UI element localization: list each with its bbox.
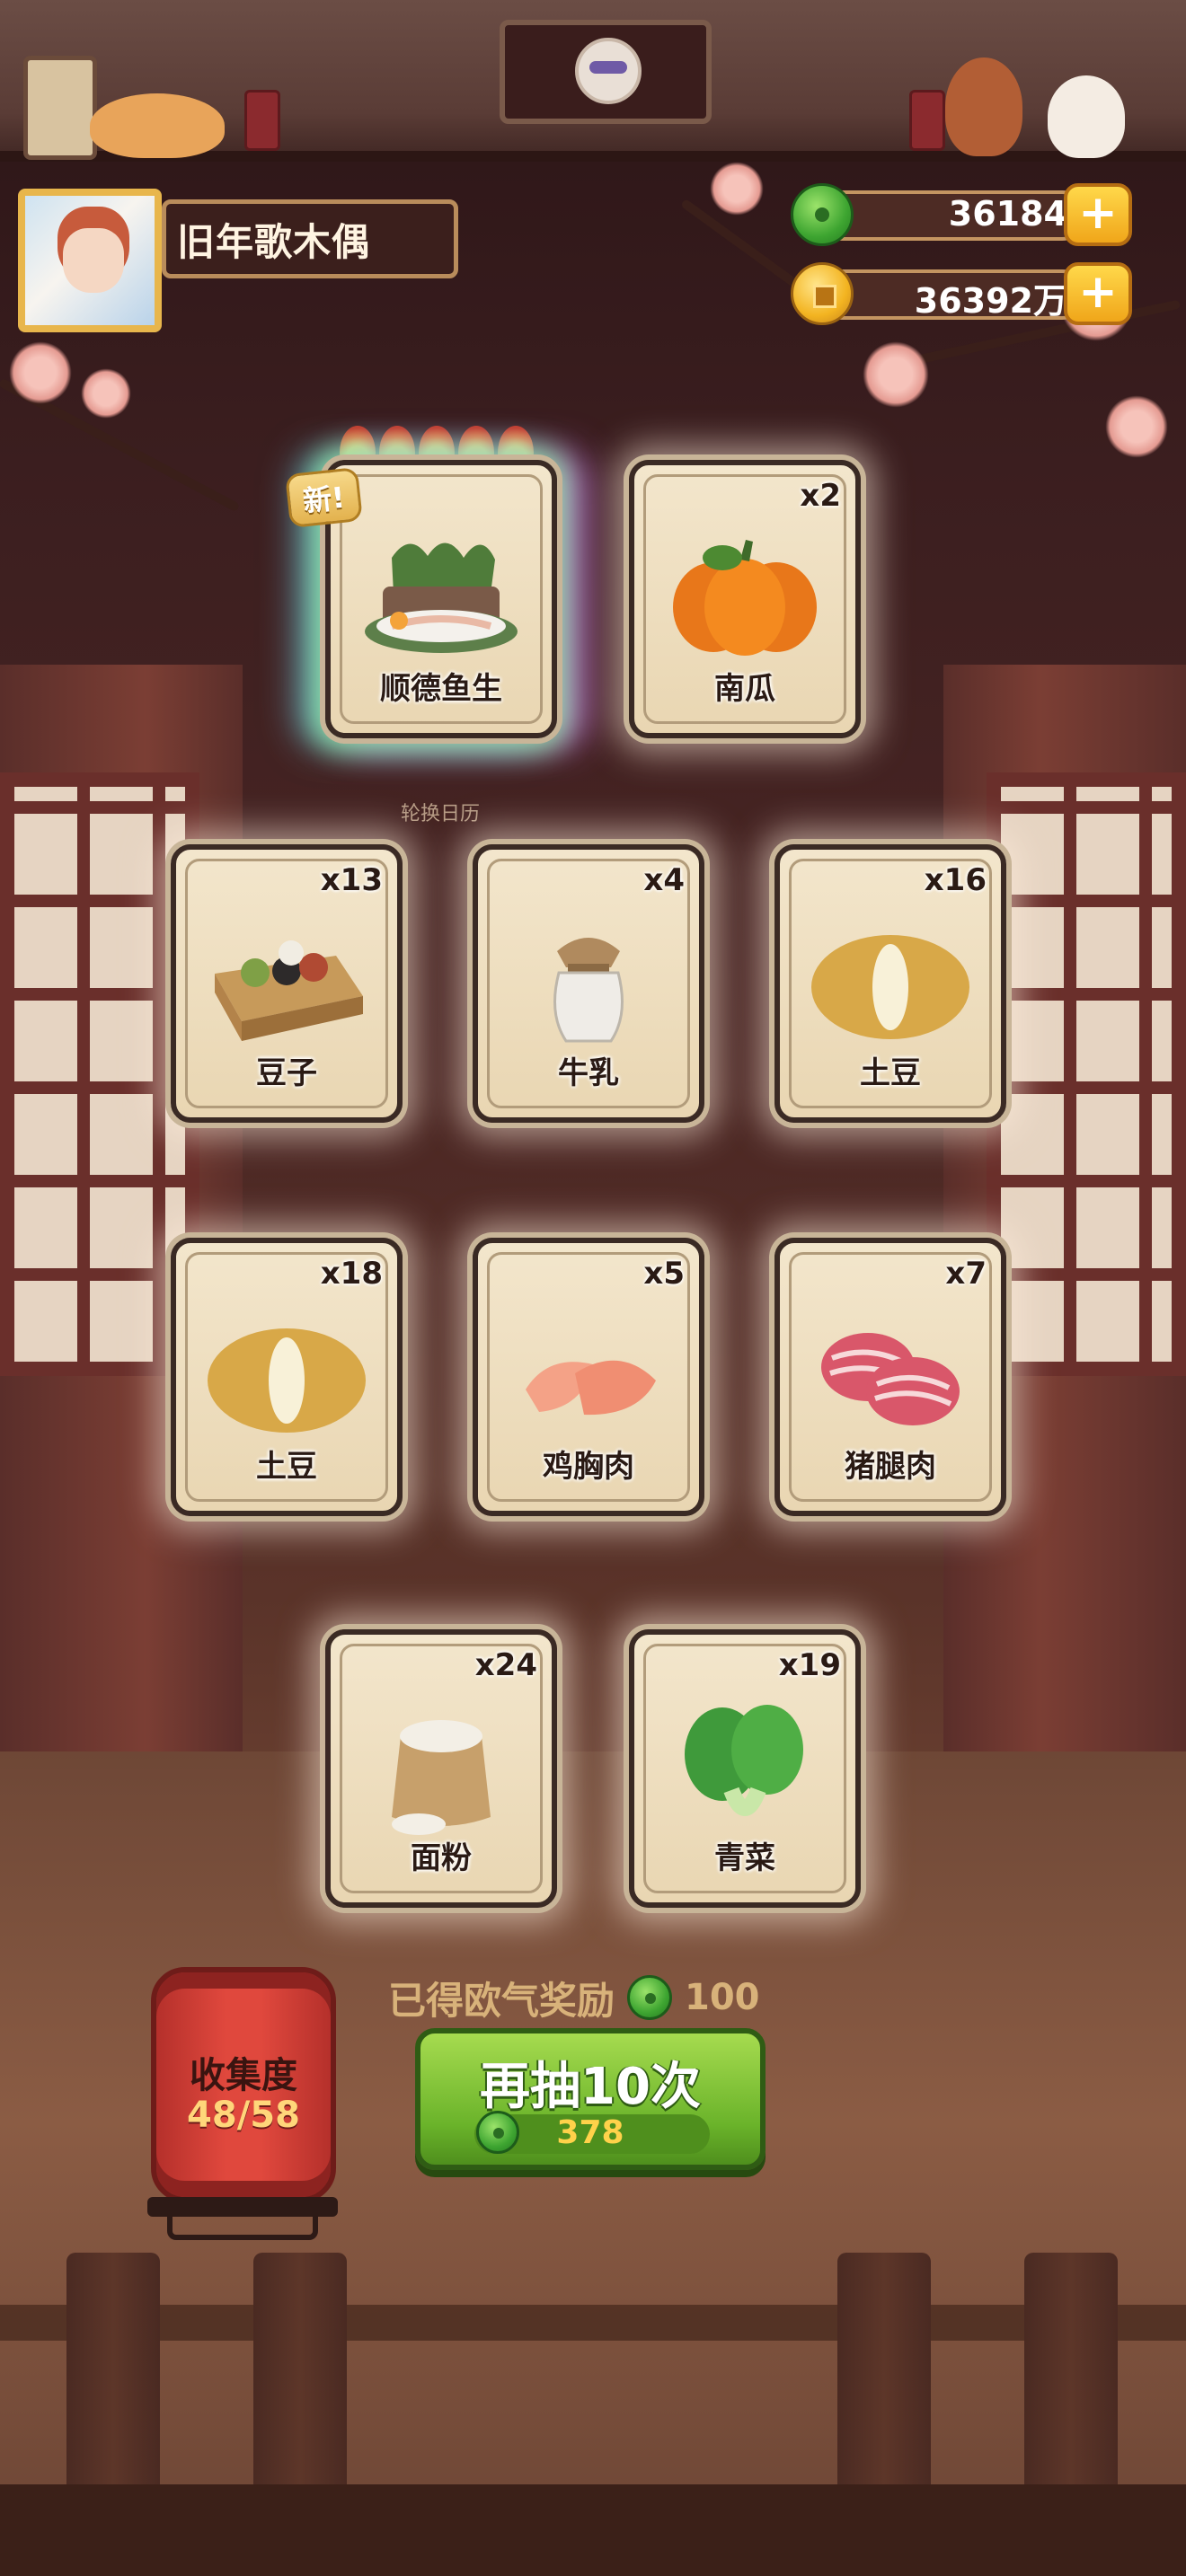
draw-cost: 378 [556,2114,624,2151]
lantern-stand [167,2215,318,2240]
card-milk[interactable]: x4 牛乳 [473,844,704,1123]
player-name-plate[interactable]: 旧年歌木偶 [162,199,458,278]
card-bok-choy[interactable]: x19 青菜 [629,1629,861,1908]
jade-coin-icon [791,183,854,246]
collection-progress: 48/58 [187,2095,300,2136]
luck-reward: 已得欧气奖励 100 [388,1972,760,2023]
card-count: x16 [924,862,987,898]
draw-again-button[interactable]: 再抽10次 378 [415,2028,766,2170]
white-cat-icon [1048,75,1125,158]
card-name: 牛乳 [558,1055,619,1091]
cherry-blossom-icon [81,368,131,419]
gold-coin-icon [791,262,854,325]
card-name: 土豆 [860,1055,921,1091]
fence-rail [0,2305,1186,2341]
lattice-window-left [0,772,199,1376]
fish-sashimi-dish-icon [356,531,527,669]
jade-coin-icon [627,1975,673,2020]
card-name: 豆子 [256,1055,317,1091]
chicken-breast-icon [503,1309,674,1447]
cherry-blossom-icon [1105,395,1168,458]
new-badge: 新! [285,466,363,529]
add-gold-button[interactable]: + [1064,262,1132,325]
card-count: x13 [320,862,383,898]
card-count: x5 [643,1256,685,1292]
paw-print-frame [23,56,97,160]
player-avatar[interactable] [18,189,162,332]
card-count: x19 [778,1647,841,1683]
card-name: 鸡胸肉 [543,1449,634,1485]
hanging-sign [500,20,712,124]
potato-icon [201,1309,372,1447]
card-name: 顺德鱼生 [380,671,502,707]
lantern-base [147,2197,338,2217]
card-count: x24 [474,1647,537,1683]
collection-lantern[interactable]: 收集度 48/58 [151,1967,336,2202]
card-pumpkin[interactable]: x2 南瓜 [629,460,861,738]
mascot-icon [575,38,642,104]
flour-sack-icon [356,1700,527,1839]
bottom-rail [0,2484,1186,2576]
beans-icon [201,915,372,1054]
gold-amount: 36392万 [914,281,1067,321]
pumpkin-icon [659,531,830,669]
card-count: x7 [945,1256,987,1292]
luck-reward-label: 已得欧气奖励 [388,1978,615,2023]
jade-currency: 36184 + [791,183,1132,246]
cherry-blossom-icon [710,162,764,216]
card-name: 南瓜 [714,671,775,707]
pork-leg-icon [805,1309,976,1447]
luck-reward-value: 100 [685,1977,760,2018]
milk-jar-icon [503,915,674,1054]
red-jar-icon [909,90,945,151]
card-chicken-breast[interactable]: x5 鸡胸肉 [473,1238,704,1516]
card-potato-2[interactable]: x18 土豆 [171,1238,403,1516]
card-potato[interactable]: x16 土豆 [774,844,1006,1123]
draw-button-label: 再抽10次 [480,2058,701,2116]
card-beans[interactable]: x13 豆子 [171,844,403,1123]
gold-currency: 36392万 + [791,262,1132,325]
card-count: x2 [800,478,841,514]
potato-icon [805,915,976,1054]
card-count: x18 [320,1256,383,1292]
avatar-face [63,228,124,293]
bok-choy-icon [659,1700,830,1839]
cherry-blossom-icon [863,341,929,408]
red-jar-icon [244,90,280,151]
card-count: x4 [643,862,685,898]
jade-amount: 36184 [948,194,1067,234]
card-pork-leg[interactable]: x7 猪腿肉 [774,1238,1006,1516]
player-name: 旧年歌木偶 [177,219,371,264]
boy-character-icon [945,57,1022,156]
rotation-calendar-caption: 轮换日历 [400,803,480,825]
card-name: 猪腿肉 [845,1449,936,1485]
add-jade-button[interactable]: + [1064,183,1132,246]
striped-cat-icon [90,93,225,158]
card-flour[interactable]: x24 面粉 [325,1629,557,1908]
cherry-blossom-icon [9,341,72,404]
card-name: 青菜 [714,1840,775,1876]
card-name: 面粉 [411,1840,472,1876]
card-name: 土豆 [256,1449,317,1485]
collection-title: 收集度 [190,2055,297,2096]
lattice-window-right [987,772,1186,1376]
